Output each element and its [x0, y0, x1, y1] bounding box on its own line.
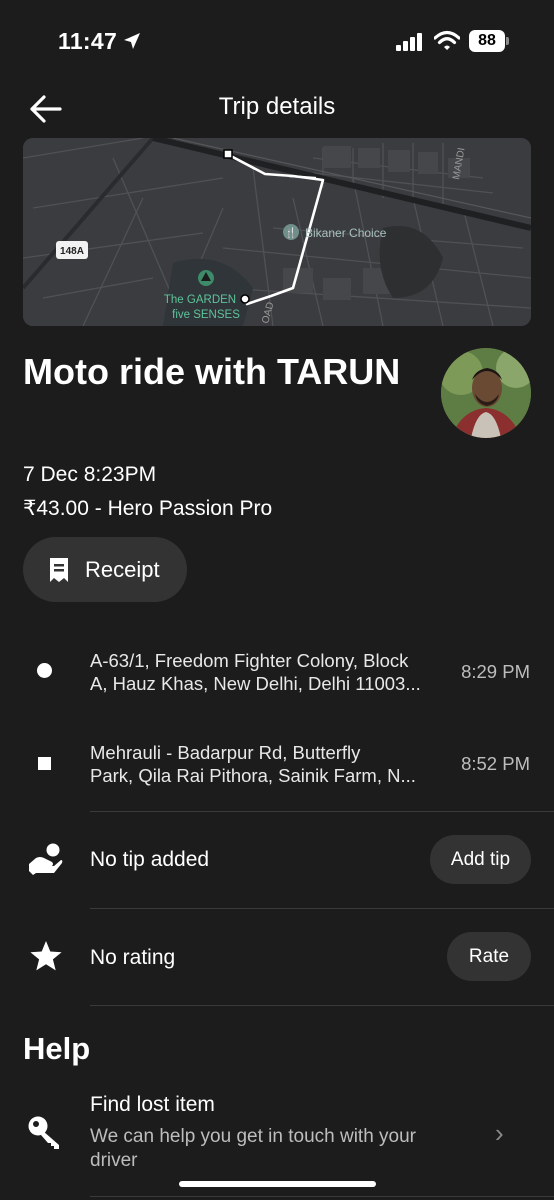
ride-title: Moto ride with TARUN [23, 351, 401, 392]
battery-nub [506, 37, 509, 45]
wifi-icon [434, 30, 460, 50]
poi-park-label-1: The GARDEN [164, 294, 236, 306]
hand-coin-icon [29, 843, 63, 875]
receipt-icon [50, 558, 68, 582]
poi-restaurant-label: Bikaner Choice [305, 226, 387, 240]
rate-button[interactable]: Rate [447, 932, 531, 981]
tip-status: No tip added [90, 848, 210, 871]
home-indicator[interactable] [179, 1181, 376, 1187]
trip-price-vehicle: ₹43.00 - Hero Passion Pro [23, 497, 273, 520]
dropoff-address-line2: Park, Qila Rai Pithora, Sainik Farm, N..… [90, 765, 416, 786]
driver-avatar[interactable] [441, 348, 531, 438]
dropoff-square-icon [38, 757, 51, 770]
star-icon [30, 941, 62, 971]
dropoff-time: 8:52 PM [461, 753, 530, 774]
rating-status: No rating [90, 946, 176, 969]
location-arrow-icon [124, 33, 140, 49]
map-canvas: 148A 🍴 Bikaner Choice The GARDEN five SE… [23, 138, 531, 326]
dropoff-address-line1: Mehrauli - Badarpur Rd, Butterfly [90, 742, 361, 763]
road-shield-label: 148A [60, 246, 84, 257]
battery-indicator: 88 [469, 30, 505, 52]
divider [90, 811, 554, 812]
help-heading: Help [23, 1031, 91, 1066]
cell-signal-icon [396, 33, 422, 51]
poi-park-label-2: five SENSES [172, 309, 240, 321]
arrow-left-icon[interactable] [28, 94, 64, 124]
status-time: 11:47 [58, 28, 118, 54]
chevron-right-icon[interactable]: › [495, 1118, 504, 1149]
divider [90, 1005, 554, 1006]
find-lost-item-title[interactable]: Find lost item [90, 1093, 215, 1117]
pickup-time: 8:29 PM [461, 661, 530, 682]
pickup-address-line2: A, Hauz Khas, New Delhi, Delhi 11003... [90, 673, 421, 694]
add-tip-button[interactable]: Add tip [430, 835, 531, 884]
svg-text:🍴: 🍴 [285, 226, 297, 239]
divider [90, 1196, 554, 1197]
key-icon [28, 1116, 59, 1149]
trip-datetime: 7 Dec 8:23PM [23, 463, 157, 486]
find-lost-item-subtitle: We can help you get in touch with your d… [90, 1126, 417, 1171]
pickup-dot-icon [37, 663, 52, 678]
pickup-address-line1: A-63/1, Freedom Fighter Colony, Block [90, 650, 409, 671]
page-title: Trip details [218, 93, 336, 120]
receipt-label[interactable]: Receipt [85, 557, 160, 583]
divider [90, 908, 554, 909]
trip-route-map[interactable]: 148A 🍴 Bikaner Choice The GARDEN five SE… [23, 138, 531, 326]
